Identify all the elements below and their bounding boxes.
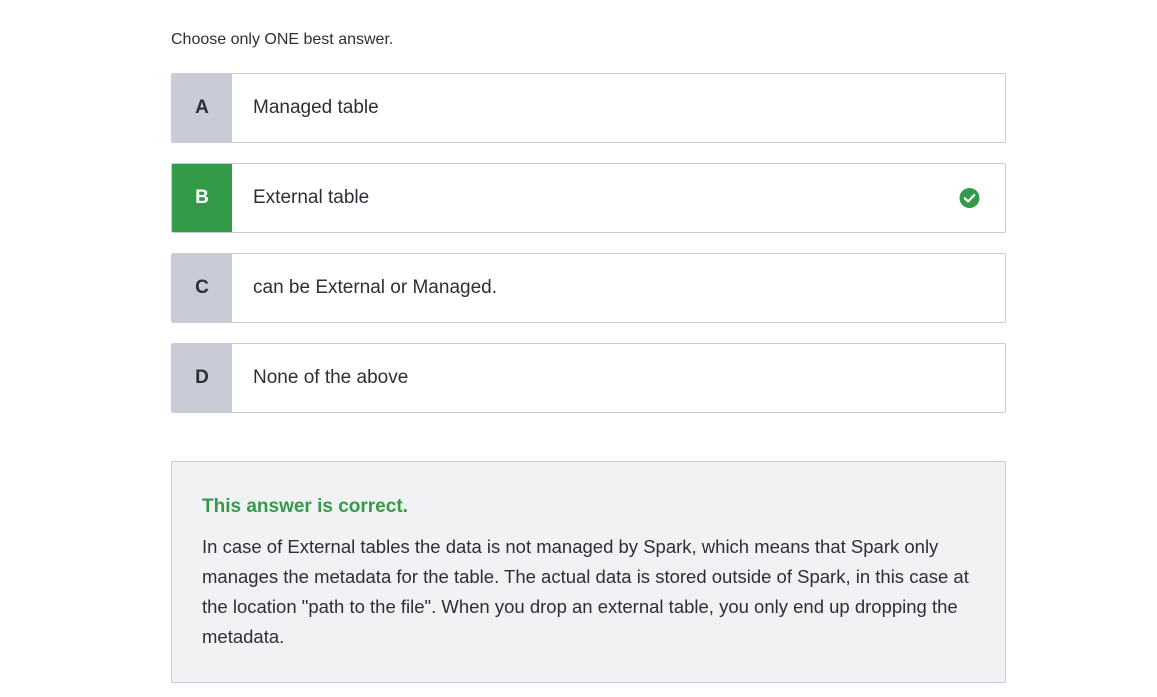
option-letter: C xyxy=(172,254,232,322)
option-d[interactable]: D None of the above xyxy=(171,343,1006,413)
explanation-body: In case of External tables the data is n… xyxy=(202,536,969,647)
option-text: None of the above xyxy=(253,367,409,388)
option-c[interactable]: C can be External or Managed. xyxy=(171,253,1006,323)
answer-options: A Managed table B External table C can b… xyxy=(171,73,1006,433)
option-letter: B xyxy=(172,164,232,232)
option-a[interactable]: A Managed table xyxy=(171,73,1006,143)
option-letter: A xyxy=(172,74,232,142)
option-text: Managed table xyxy=(253,97,379,118)
explanation-panel: This answer is correct. In case of Exter… xyxy=(171,461,1006,683)
check-circle-icon xyxy=(959,188,980,208)
instruction-text: Choose only ONE best answer. xyxy=(171,31,394,48)
explanation-title: This answer is correct. xyxy=(202,496,408,517)
option-b[interactable]: B External table xyxy=(171,163,1006,233)
option-text: External table xyxy=(253,187,370,208)
option-letter: D xyxy=(172,344,232,412)
option-text: can be External or Managed. xyxy=(253,277,497,298)
